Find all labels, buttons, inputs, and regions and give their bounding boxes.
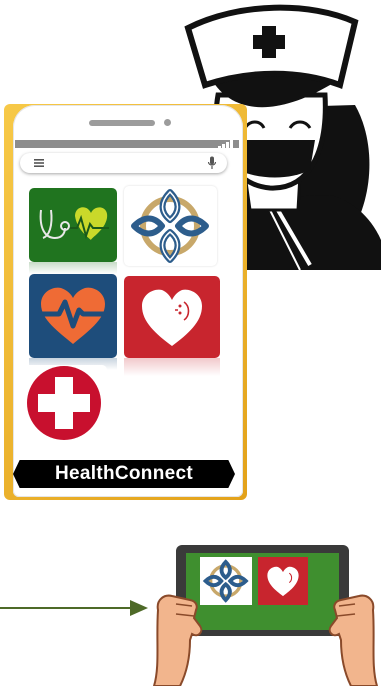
phone-camera — [164, 119, 171, 126]
app-name: HealthConnect — [55, 463, 193, 484]
app-name-banner: HealthConnect — [13, 460, 235, 488]
celtic-knot-icon — [131, 189, 209, 263]
hands-illustration — [152, 594, 379, 686]
app-stethoscope-tile[interactable] — [29, 188, 117, 262]
search-bar[interactable] — [20, 153, 227, 173]
medical-cross-icon — [27, 366, 101, 440]
signal-icon — [218, 140, 236, 148]
app-smiling-heart-tile[interactable] — [124, 276, 220, 358]
arrow-icon — [0, 600, 148, 616]
menu-icon[interactable] — [33, 157, 45, 169]
app-heart-pulse-tile[interactable] — [29, 274, 117, 358]
status-bar — [15, 140, 239, 148]
phone-speaker — [89, 120, 155, 126]
smiling-heart-icon — [142, 289, 202, 346]
app-medical-cross-tile[interactable] — [21, 365, 107, 441]
heart-pulse-icon — [41, 287, 105, 344]
app-celtic-knot-tile[interactable] — [124, 186, 217, 266]
microphone-icon[interactable] — [207, 156, 217, 170]
right-hand — [328, 594, 379, 686]
tile-reflection — [124, 358, 220, 376]
tile-reflection — [29, 262, 117, 274]
left-hand — [152, 594, 203, 686]
stethoscope-heart-icon — [39, 207, 109, 240]
